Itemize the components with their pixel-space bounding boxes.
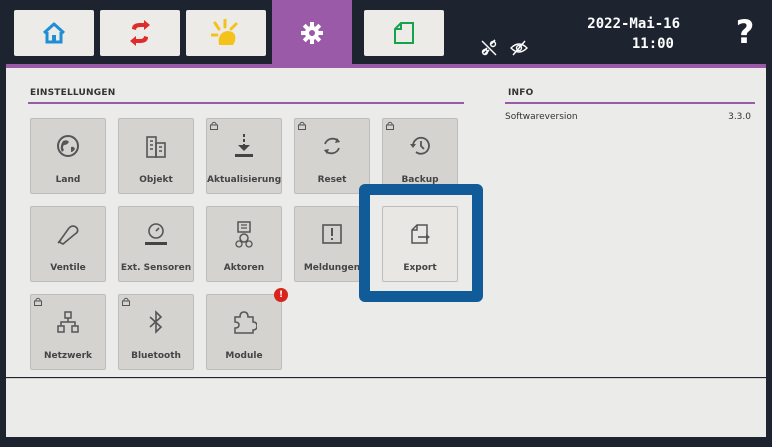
tile-bluetooth[interactable]: Bluetooth <box>118 294 194 370</box>
info-section-title: INFO <box>508 88 534 98</box>
tile-label: Meldungen <box>303 263 361 273</box>
sensor-icon <box>145 223 167 245</box>
info-section-underline <box>505 102 755 104</box>
refresh-icon <box>324 137 340 155</box>
tab-settings[interactable] <box>272 0 352 66</box>
tile-label: Objekt <box>139 175 173 185</box>
tile-ext-sensoren[interactable]: Ext. Sensoren <box>118 206 194 282</box>
footer-bar <box>6 378 766 437</box>
download-icon <box>235 134 253 157</box>
datetime-display: 2022-Mai-16 11:00 <box>560 14 680 54</box>
top-navigation-bar: 2022-Mai-16 11:00 ? <box>0 0 772 66</box>
lock-icon <box>122 297 130 306</box>
export-icon <box>411 224 430 244</box>
tab-green[interactable] <box>364 10 444 56</box>
tile-export[interactable]: Export <box>382 206 458 282</box>
tab-exchange[interactable] <box>100 10 180 56</box>
history-icon <box>410 136 430 155</box>
tile-label: Reset <box>317 175 347 185</box>
notification-badge: ! <box>274 288 288 302</box>
tab-home[interactable] <box>14 10 94 56</box>
home-icon <box>42 22 66 44</box>
tile-label: Netzwerk <box>43 351 93 361</box>
status-icons <box>480 36 528 60</box>
tile-aktoren[interactable]: Aktoren <box>206 206 282 282</box>
actuator-icon <box>235 221 253 248</box>
tile-reset[interactable]: Reset <box>294 118 370 194</box>
tile-aktualisierung[interactable]: Aktualisierung <box>206 118 282 194</box>
exchange-arrows-icon <box>130 20 150 46</box>
bluetooth-icon <box>149 310 163 334</box>
tile-label: Export <box>403 263 437 273</box>
tile-label: Aktualisierung <box>207 175 281 185</box>
network-icon <box>57 311 79 333</box>
tile-label: Aktoren <box>223 263 265 273</box>
disconnected-link-icon <box>481 39 497 56</box>
tab-sun[interactable] <box>186 10 266 56</box>
tile-label: Land <box>55 175 81 185</box>
gear-icon <box>301 22 323 44</box>
sun-icon <box>211 19 238 45</box>
alert-box-icon <box>322 224 342 244</box>
lock-icon <box>210 121 218 130</box>
time-text: 11:00 <box>631 36 674 52</box>
lock-icon <box>34 297 42 306</box>
valve-icon <box>57 225 79 245</box>
tile-label: Ventile <box>50 263 86 273</box>
tile-objekt[interactable]: Objekt <box>118 118 194 194</box>
building-icon <box>146 136 166 158</box>
globe-icon <box>57 135 79 157</box>
lock-icon <box>386 121 394 130</box>
tile-label: Backup <box>401 175 439 185</box>
tile-land[interactable]: Land <box>30 118 106 194</box>
tile-meldungen[interactable]: Meldungen <box>294 206 370 282</box>
green-leaf-icon <box>394 22 414 44</box>
tile-label: Bluetooth <box>131 351 181 361</box>
tile-netzwerk[interactable]: Netzwerk <box>30 294 106 370</box>
info-label: Softwareversion <box>505 112 578 122</box>
date-text: 2022-Mai-16 <box>587 16 680 32</box>
info-value: 3.3.0 <box>728 112 751 122</box>
tile-ventile[interactable]: Ventile <box>30 206 106 282</box>
settings-section-title: EINSTELLUNGEN <box>30 88 116 98</box>
help-button[interactable]: ? <box>728 14 762 50</box>
hidden-eye-icon <box>510 40 528 56</box>
tile-label: Ext. Sensoren <box>120 263 192 273</box>
settings-section-underline <box>28 102 464 104</box>
lock-icon <box>298 121 306 130</box>
info-row-softwareversion: Softwareversion 3.3.0 <box>505 112 755 122</box>
tile-label: Module <box>225 351 263 361</box>
puzzle-icon <box>234 311 257 334</box>
tile-module[interactable]: Module <box>206 294 282 370</box>
tile-backup[interactable]: Backup <box>382 118 458 194</box>
